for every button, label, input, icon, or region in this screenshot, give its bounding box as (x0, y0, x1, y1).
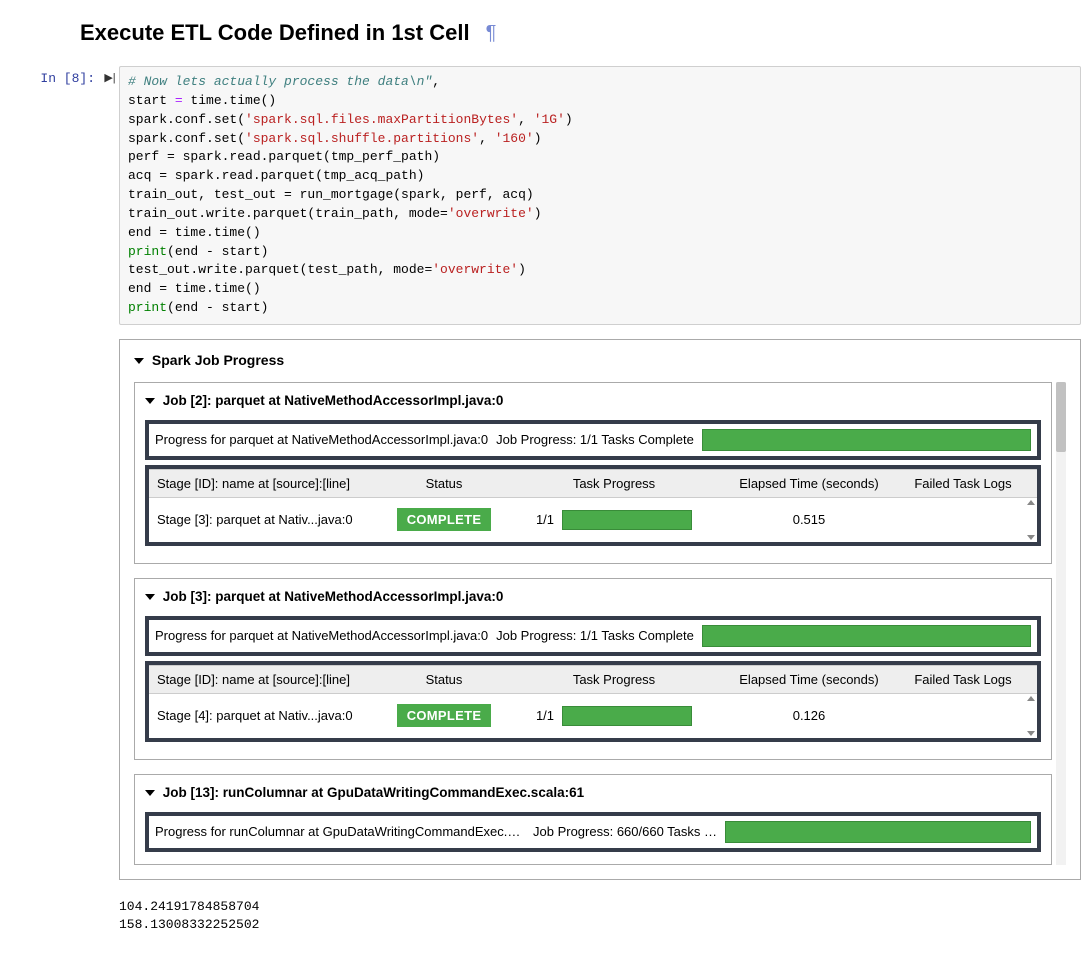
run-cell-icon[interactable]: ▶| (101, 66, 119, 325)
stage-name: Stage [3]: parquet at Nativ...java:0 (149, 506, 389, 533)
job-progress-label: Progress for runColumnar at GpuDataWriti… (155, 824, 525, 839)
col-failed: Failed Task Logs (889, 666, 1037, 693)
job-progress-label: Progress for parquet at NativeMethodAcce… (155, 628, 488, 643)
job-progress-label: Progress for parquet at NativeMethodAcce… (155, 432, 488, 447)
jobs-scroll-container: Job [2]: parquet at NativeMethodAccessor… (134, 382, 1066, 865)
caret-down-icon (145, 398, 155, 404)
code-comment: # Now lets actually process the data\n" (128, 74, 432, 89)
task-progress-bar (562, 510, 692, 530)
task-progress-bar (562, 706, 692, 726)
row-spinner[interactable] (1025, 498, 1037, 542)
col-elapsed: Elapsed Time (seconds) (729, 470, 889, 497)
job-title[interactable]: Job [13]: runColumnar at GpuDataWritingC… (145, 785, 1041, 800)
stage-table: Stage [ID]: name at [source]:[line] Stat… (145, 661, 1041, 742)
failed-logs (889, 710, 1025, 722)
table-row: Stage [3]: parquet at Nativ...java:0 COM… (149, 498, 1025, 542)
vertical-scrollbar[interactable] (1056, 382, 1066, 865)
col-progress: Task Progress (499, 470, 729, 497)
job-progress-status: Job Progress: 1/1 Tasks Complete (496, 432, 694, 447)
scrollbar-thumb[interactable] (1056, 382, 1066, 452)
col-failed: Failed Task Logs (889, 470, 1037, 497)
col-elapsed: Elapsed Time (seconds) (729, 666, 889, 693)
caret-down-icon (145, 790, 155, 796)
col-status: Status (389, 470, 499, 497)
job-panel: Job [13]: runColumnar at GpuDataWritingC… (134, 774, 1052, 865)
stdout-output: 104.24191784858704 158.13008332252502 (119, 898, 1081, 933)
input-prompt: In [8]: (20, 66, 101, 325)
job-progress-status: Job Progress: 660/660 Tasks … (533, 824, 717, 839)
code-editor[interactable]: # Now lets actually process the data\n",… (119, 66, 1081, 325)
elapsed-time: 0.515 (729, 506, 889, 533)
col-stage: Stage [ID]: name at [source]:[line] (149, 470, 389, 497)
elapsed-time: 0.126 (729, 702, 889, 729)
task-count: 1/1 (536, 512, 554, 527)
status-badge: COMPLETE (397, 508, 492, 531)
output-area: Spark Job Progress Job [2]: parquet at N… (119, 339, 1081, 880)
heading-text: Execute ETL Code Defined in 1st Cell (80, 20, 470, 46)
job-progress-bar (725, 821, 1031, 843)
job-panel: Job [3]: parquet at NativeMethodAccessor… (134, 578, 1052, 760)
col-progress: Task Progress (499, 666, 729, 693)
job-progress-status: Job Progress: 1/1 Tasks Complete (496, 628, 694, 643)
job-panel: Job [2]: parquet at NativeMethodAccessor… (134, 382, 1052, 564)
job-title[interactable]: Job [2]: parquet at NativeMethodAccessor… (145, 393, 1041, 408)
col-stage: Stage [ID]: name at [source]:[line] (149, 666, 389, 693)
job-progress-bar (702, 429, 1031, 451)
failed-logs (889, 514, 1025, 526)
job-progress-strip: Progress for parquet at NativeMethodAcce… (145, 616, 1041, 656)
task-count: 1/1 (536, 708, 554, 723)
job-title[interactable]: Job [3]: parquet at NativeMethodAccessor… (145, 589, 1041, 604)
code-cell: In [8]: ▶| # Now lets actually process t… (20, 66, 1081, 325)
caret-down-icon (134, 358, 144, 364)
section-heading: Execute ETL Code Defined in 1st Cell ¶ (80, 20, 1081, 46)
spark-progress-panel: Spark Job Progress Job [2]: parquet at N… (119, 339, 1081, 880)
table-header-row: Stage [ID]: name at [source]:[line] Stat… (149, 469, 1037, 498)
table-header-row: Stage [ID]: name at [source]:[line] Stat… (149, 665, 1037, 694)
job-progress-bar (702, 625, 1031, 647)
status-badge: COMPLETE (397, 704, 492, 727)
job-progress-strip: Progress for runColumnar at GpuDataWriti… (145, 812, 1041, 852)
row-spinner[interactable] (1025, 694, 1037, 738)
job-progress-strip: Progress for parquet at NativeMethodAcce… (145, 420, 1041, 460)
col-status: Status (389, 666, 499, 693)
anchor-icon[interactable]: ¶ (486, 22, 497, 45)
spark-progress-title[interactable]: Spark Job Progress (134, 352, 1066, 368)
caret-down-icon (145, 594, 155, 600)
stage-name: Stage [4]: parquet at Nativ...java:0 (149, 702, 389, 729)
table-row: Stage [4]: parquet at Nativ...java:0 COM… (149, 694, 1025, 738)
stage-table: Stage [ID]: name at [source]:[line] Stat… (145, 465, 1041, 546)
